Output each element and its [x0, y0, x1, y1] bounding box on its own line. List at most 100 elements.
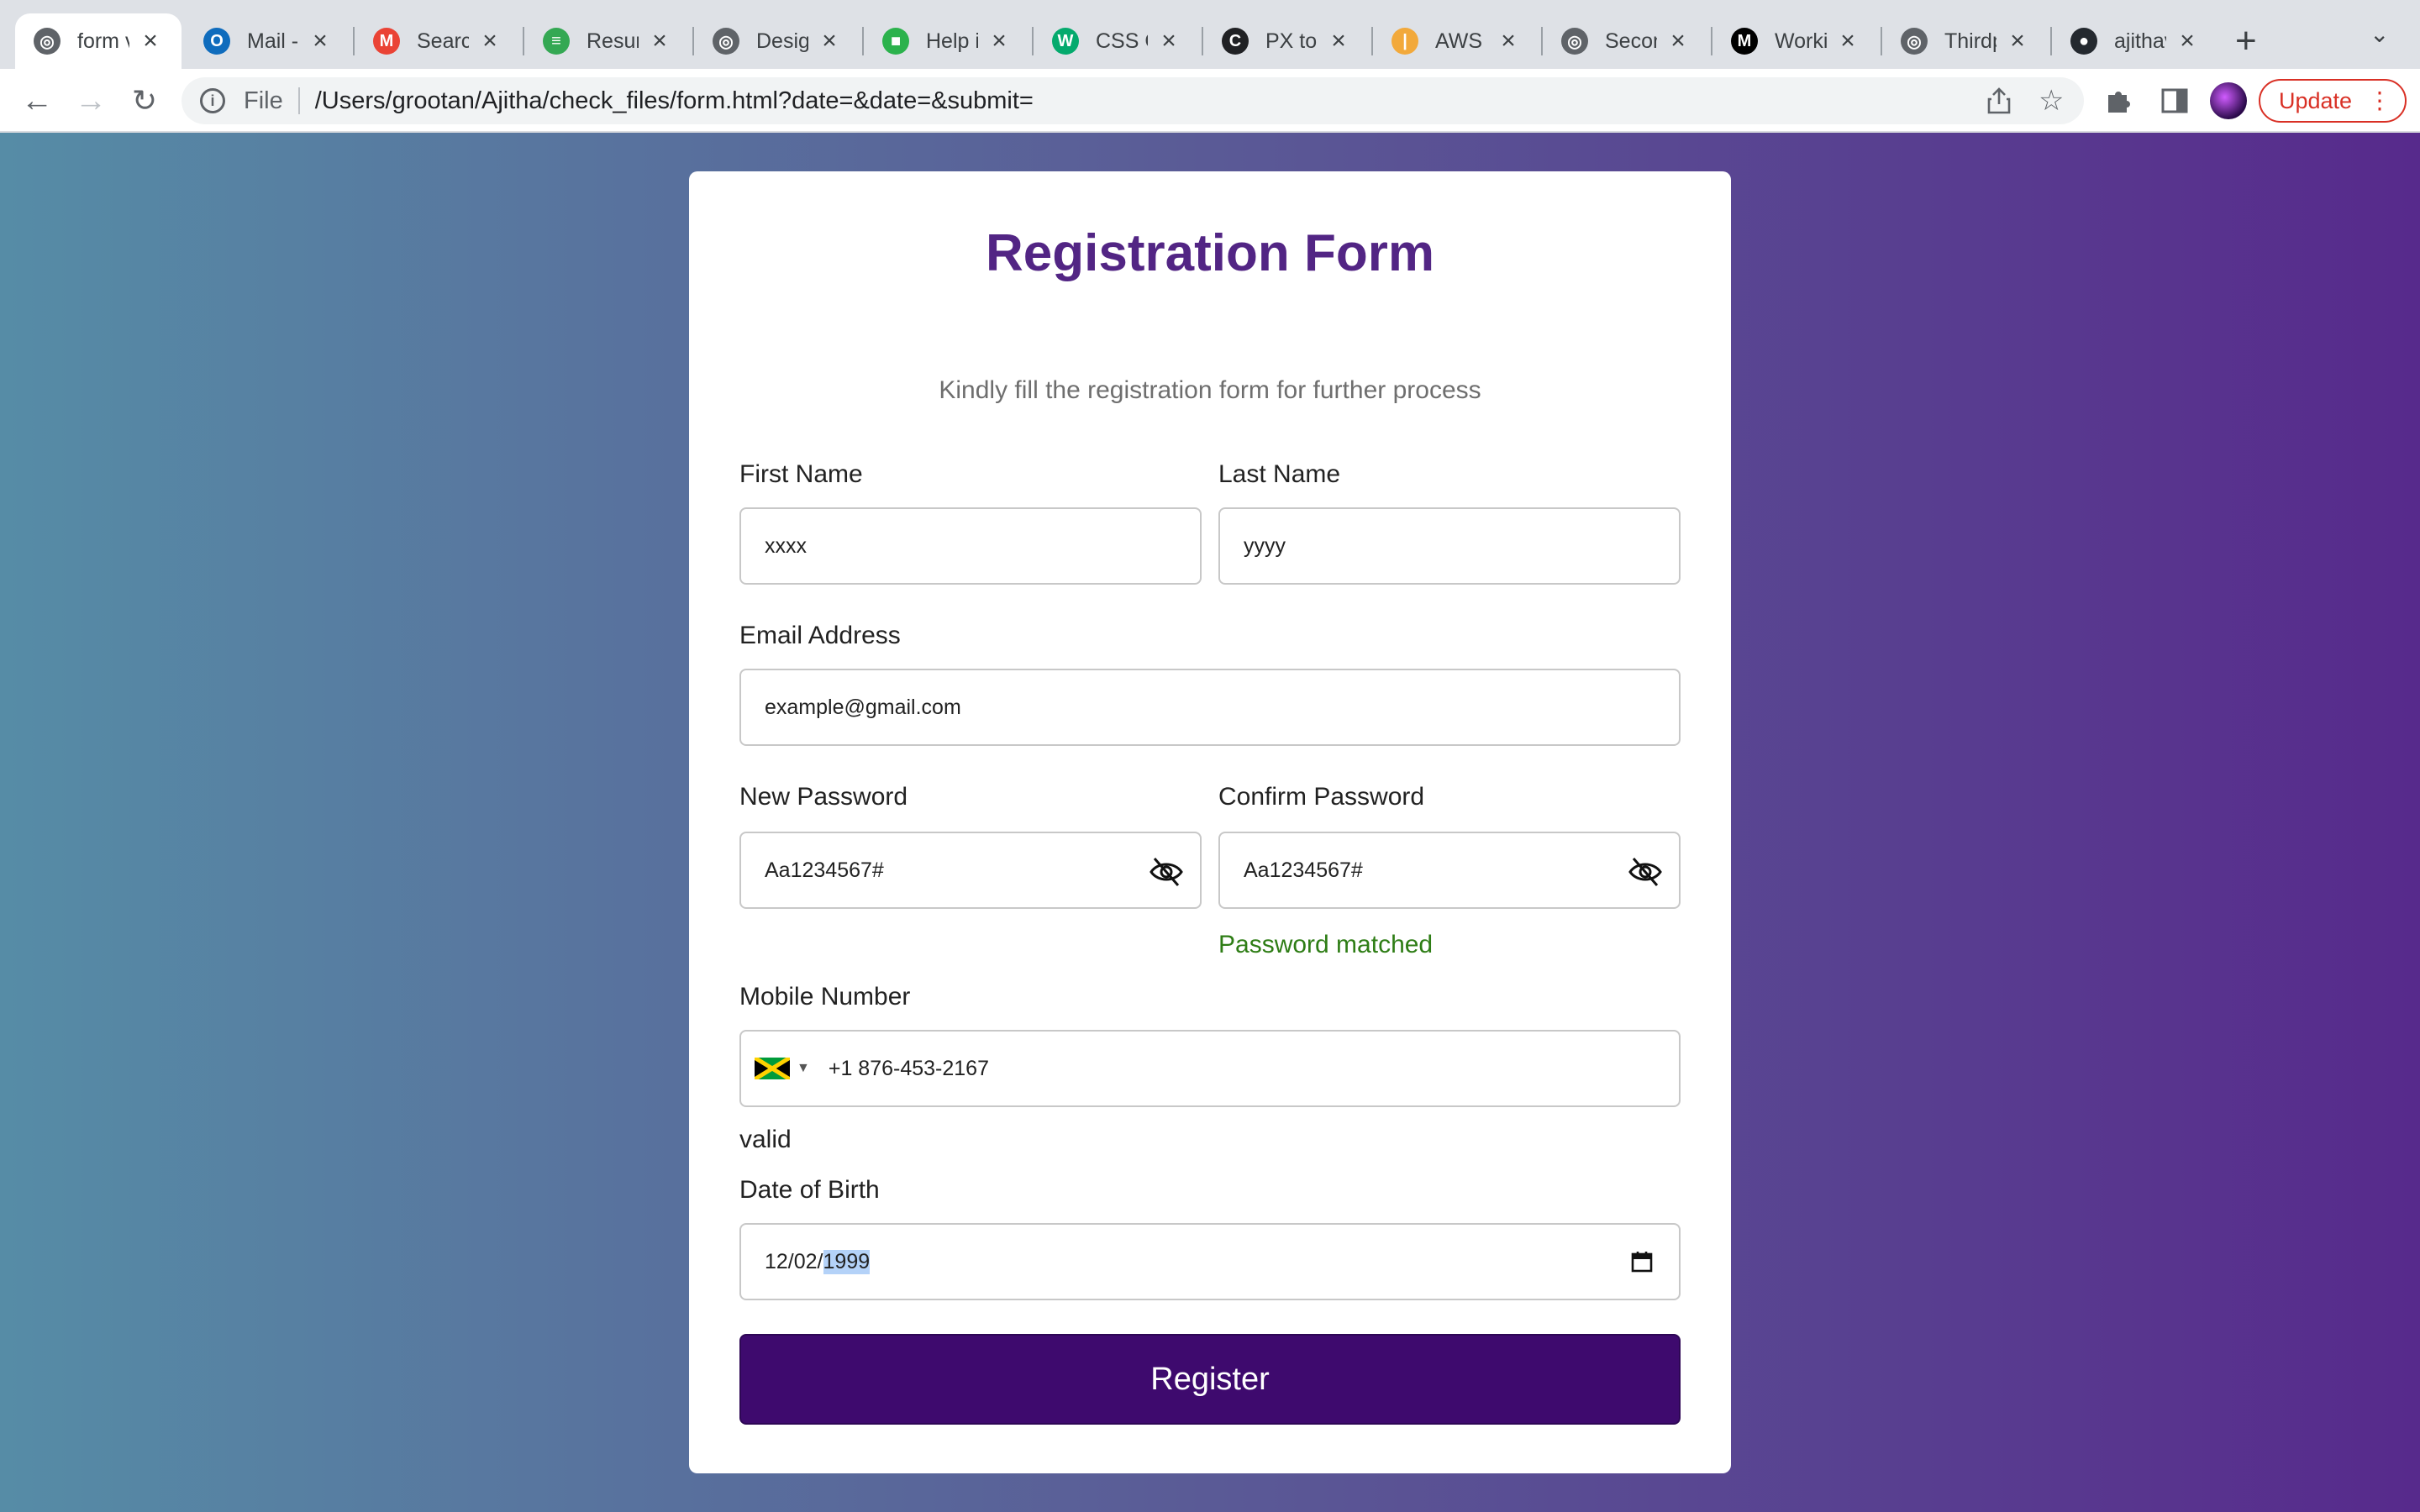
tab-title: Design — [756, 29, 808, 53]
browser-tab[interactable]: ● ajithav × — [2052, 13, 2218, 69]
first-name-label: First Name — [739, 460, 863, 488]
globe-icon: ◎ — [1901, 28, 1928, 55]
tab-separator — [1711, 27, 1712, 55]
tab-title: Thirdp — [1944, 29, 1996, 53]
forward-arrow-icon[interactable]: → — [71, 81, 111, 121]
tab-close-icon[interactable]: × — [1156, 27, 1181, 55]
tab-separator — [353, 27, 355, 55]
tab-title: Search — [417, 29, 469, 53]
last-name-label: Last Name — [1218, 460, 1341, 488]
browser-tab[interactable]: ≡ Resum × — [524, 13, 691, 69]
tab-close-icon[interactable]: × — [986, 27, 1012, 55]
tab-title: Workir — [1775, 29, 1827, 53]
tab-separator — [1202, 27, 1203, 55]
email-value: example@gmail.com — [765, 695, 961, 719]
eye-slash-icon[interactable] — [1148, 855, 1185, 889]
tab-close-icon[interactable]: × — [647, 27, 672, 55]
back-arrow-icon[interactable]: ← — [17, 81, 57, 121]
url-scheme-label: File — [244, 87, 283, 114]
country-dropdown-caret-icon[interactable]: ▼ — [797, 1061, 810, 1076]
form-title: Registration Form — [986, 224, 1434, 282]
browser-tab[interactable]: ◎ Secon × — [1543, 13, 1709, 69]
browser-toolbar: ← → ↻ i File /Users/grootan/Ajitha/check… — [0, 69, 2420, 133]
dob-year-selected: 1999 — [823, 1249, 871, 1274]
sheets-icon: ≡ — [543, 28, 570, 55]
browser-tab[interactable]: C PX to I × — [1203, 13, 1370, 69]
registration-card: Registration Form Kindly fill the regist… — [689, 171, 1731, 1473]
browser-tab[interactable]: M Search × — [355, 13, 521, 69]
tab-separator — [1881, 27, 1882, 55]
page-background: Registration Form Kindly fill the regist… — [0, 133, 2420, 1512]
first-name-value: xxxx — [765, 533, 807, 558]
tab-title: Resum — [587, 29, 639, 53]
tab-close-icon[interactable]: × — [2175, 27, 2200, 55]
reload-icon[interactable]: ↻ — [124, 81, 165, 121]
tab-close-icon[interactable]: × — [1665, 27, 1691, 55]
browser-tab[interactable]: W CSS O × — [1034, 13, 1200, 69]
browser-tab[interactable]: ◎ Design × — [694, 13, 860, 69]
password-match-status: Password matched — [1218, 931, 1434, 958]
new-password-input[interactable]: Aa1234567# — [739, 832, 1202, 909]
new-password-label: New Password — [739, 783, 908, 811]
tab-title: Help ic — [926, 29, 978, 53]
new-tab-button[interactable]: + — [2235, 18, 2257, 64]
tab-title: CSS O — [1096, 29, 1148, 53]
globe-icon: ◎ — [1561, 28, 1588, 55]
kebab-menu-icon[interactable]: ⋮ — [2368, 87, 2391, 114]
tab-close-icon[interactable]: × — [308, 27, 333, 55]
globe-icon: ◎ — [34, 28, 60, 55]
side-panel-icon[interactable] — [2156, 82, 2193, 119]
address-divider — [297, 87, 300, 114]
tab-separator — [2050, 27, 2052, 55]
browser-tab[interactable]: ◎ Thirdp × — [1882, 13, 2049, 69]
update-button[interactable]: Update ⋮ — [2259, 79, 2407, 123]
new-password-value: Aa1234567# — [765, 858, 884, 882]
tab-title: PX to I — [1265, 29, 1318, 53]
tab-close-icon[interactable]: × — [138, 27, 163, 55]
browser-tab[interactable]: | AWS I/ × — [1373, 13, 1539, 69]
jamaica-flag-icon[interactable] — [755, 1058, 790, 1079]
browser-tab[interactable]: M Workir × — [1712, 13, 1879, 69]
dob-label: Date of Birth — [739, 1176, 880, 1204]
outlook-icon: O — [203, 28, 230, 55]
update-label: Update — [2279, 87, 2353, 113]
share-icon[interactable] — [1986, 77, 2012, 124]
tab-separator — [692, 27, 694, 55]
form-subtitle: Kindly fill the registration form for fu… — [939, 376, 1481, 404]
email-input[interactable]: example@gmail.com — [739, 669, 1681, 746]
dob-month-day: 12/02/ — [765, 1249, 823, 1273]
tab-title: form v — [77, 29, 129, 53]
address-bar[interactable]: i File /Users/grootan/Ajitha/check_files… — [182, 77, 2084, 124]
tab-close-icon[interactable]: × — [1496, 27, 1521, 55]
mobile-number-input[interactable]: ▼ +1 876-453-2167 — [739, 1030, 1681, 1107]
browser-tab[interactable]: ◎ form v × — [15, 13, 182, 69]
converter-icon: C — [1222, 28, 1249, 55]
register-button[interactable]: Register — [739, 1334, 1681, 1425]
eye-slash-icon[interactable] — [1627, 855, 1664, 889]
last-name-input[interactable]: yyyy — [1218, 507, 1681, 585]
dob-input[interactable]: 12/02/1999 — [739, 1223, 1681, 1300]
w3schools-icon: W — [1052, 28, 1079, 55]
profile-avatar[interactable] — [2210, 82, 2247, 119]
extensions-puzzle-icon[interactable] — [2101, 82, 2138, 119]
tab-close-icon[interactable]: × — [817, 27, 842, 55]
tab-close-icon[interactable]: × — [1835, 27, 1860, 55]
bookmark-star-icon[interactable]: ☆ — [2039, 77, 2064, 124]
tab-close-icon[interactable]: × — [2005, 27, 2030, 55]
tab-title: ajithav — [2114, 29, 2166, 53]
browser-tab[interactable]: O Mail - × — [185, 13, 351, 69]
calendar-icon[interactable] — [1630, 1250, 1654, 1273]
url-text[interactable]: /Users/grootan/Ajitha/check_files/form.h… — [315, 87, 1034, 115]
tab-close-icon[interactable]: × — [1326, 27, 1351, 55]
mobile-number-value: +1 876-453-2167 — [828, 1056, 989, 1080]
browser-tab[interactable]: ■ Help ic × — [864, 13, 1030, 69]
confirm-password-input[interactable]: Aa1234567# — [1218, 832, 1681, 909]
tab-close-icon[interactable]: × — [477, 27, 502, 55]
site-info-icon[interactable]: i — [200, 88, 225, 113]
gmail-icon: M — [373, 28, 400, 55]
confirm-password-value: Aa1234567# — [1244, 858, 1363, 882]
tab-search-chevron-icon[interactable]: ⌄ — [2370, 20, 2389, 48]
first-name-input[interactable]: xxxx — [739, 507, 1202, 585]
tab-separator — [1541, 27, 1543, 55]
tab-separator — [1371, 27, 1373, 55]
